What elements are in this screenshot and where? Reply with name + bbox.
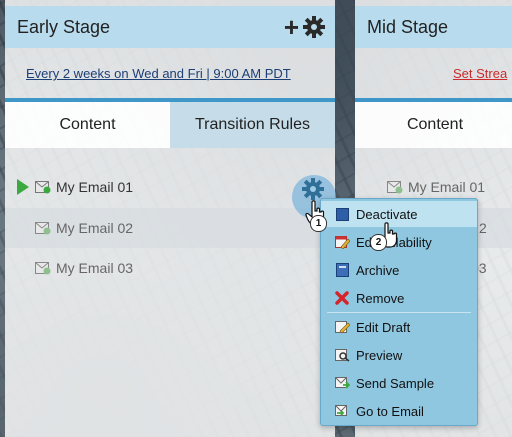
menu-item-remove[interactable]: Remove: [321, 285, 477, 311]
step-badge: 1: [310, 215, 327, 232]
schedule-link[interactable]: Every 2 weeks on Wed and Fri | 9:00 AM P…: [26, 66, 291, 81]
stage-header-mid: Mid Stage: [355, 6, 512, 48]
menu-item-label: Archive: [356, 262, 400, 278]
send-sample-icon: [334, 375, 350, 391]
tab-content[interactable]: Content: [355, 102, 512, 148]
deactivate-icon: [334, 206, 350, 222]
edit-draft-icon: [334, 319, 350, 335]
list-item[interactable]: My Email 03: [5, 248, 335, 288]
email-name: 2: [479, 220, 487, 236]
menu-item-label: Remove: [356, 290, 405, 306]
email-icon: [35, 262, 51, 275]
email-icon: [35, 222, 51, 235]
stage-panel-early: Early Stage + Every 2 weeks on Wed and F…: [5, 0, 335, 437]
menu-item-label: Preview: [356, 347, 403, 363]
list-item[interactable]: My Email 02: [5, 208, 335, 248]
menu-item-archive[interactable]: Archive: [321, 257, 477, 283]
add-icon[interactable]: +: [284, 14, 299, 40]
email-name: My Email 01: [408, 179, 486, 195]
stage-title: Mid Stage: [367, 16, 449, 37]
play-icon: [17, 179, 29, 195]
email-icon: [35, 181, 51, 194]
menu-item-label: Send Sample: [356, 375, 435, 391]
go-to-email-icon: [334, 403, 350, 419]
remove-icon: [334, 290, 350, 306]
gear-icon[interactable]: [303, 16, 325, 38]
list-item[interactable]: My Email 01: [5, 167, 335, 207]
menu-item-label: Go to Email: [356, 403, 424, 419]
email-name: My Email 01: [56, 179, 134, 195]
email-name: My Email 03: [56, 260, 134, 276]
menu-item-go-to-email[interactable]: Go to Email: [321, 398, 477, 424]
email-name: My Email 02: [56, 220, 134, 236]
schedule-link[interactable]: Set Strea: [453, 66, 507, 81]
menu-divider: [327, 312, 471, 313]
email-icon: [387, 181, 403, 194]
menu-item-edit-draft[interactable]: Edit Draft: [321, 314, 477, 340]
preview-icon: [334, 347, 350, 363]
gear-icon[interactable]: [302, 178, 324, 200]
menu-item-label: Deactivate: [356, 206, 418, 222]
stage-header-early: Early Stage +: [5, 6, 335, 48]
menu-item-preview[interactable]: Preview: [321, 342, 477, 368]
menu-item-label: Edit Draft: [356, 319, 411, 335]
archive-icon: [334, 262, 350, 278]
menu-item-send-sample[interactable]: Send Sample: [321, 370, 477, 396]
tab-transition-rules[interactable]: Transition Rules: [170, 102, 335, 148]
tab-content[interactable]: Content: [5, 102, 170, 148]
calendar-edit-icon: [334, 234, 350, 250]
stage-title: Early Stage: [17, 16, 111, 37]
step-badge: 2: [370, 234, 387, 251]
